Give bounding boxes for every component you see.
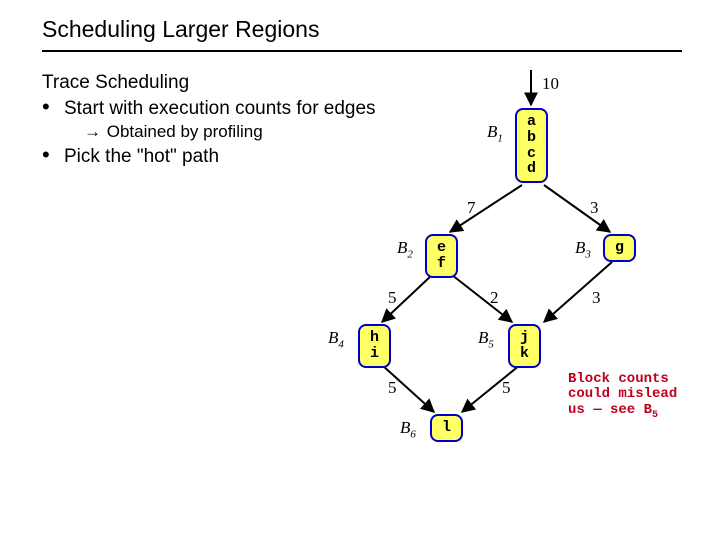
node-line: h [370,330,379,346]
node-b4: h i [358,324,391,368]
node-line: c [527,146,536,162]
weight-entry: 10 [542,74,559,94]
block-label-b3: B3 [575,238,591,260]
weight-b5-b6: 5 [502,378,511,398]
node-line: f [437,256,446,272]
node-line: d [527,161,536,177]
node-b3: g [603,234,636,262]
note-line: could mislead [568,387,677,402]
note-line: us — see B5 [568,403,677,421]
node-line: j [520,330,529,346]
weight-b3-b5: 3 [592,288,601,308]
note-text: Block counts could mislead us — see B5 [568,372,677,421]
block-label-b5: B5 [478,328,494,350]
weight-b4-b6: 5 [388,378,397,398]
node-line: e [437,240,446,256]
note-line: Block counts [568,372,677,387]
weight-b2-b5: 2 [490,288,499,308]
block-label-b2: B2 [397,238,413,260]
weight-b1-b2: 7 [467,198,476,218]
node-line: l [442,420,451,436]
block-label-b4: B4 [328,328,344,350]
block-label-b1: B1 [487,122,503,144]
node-b2: e f [425,234,458,278]
node-line: i [370,346,379,362]
node-b6: l [430,414,463,442]
weight-b1-b3: 3 [590,198,599,218]
node-line: g [615,240,624,256]
node-b5: j k [508,324,541,368]
node-line: b [527,130,536,146]
weight-b2-b4: 5 [388,288,397,308]
node-b1: a b c d [515,108,548,183]
diagram: B1 a b c d B2 e f B3 g B4 h i B5 j k B6 … [0,0,720,540]
edges [0,0,720,540]
node-line: a [527,114,536,130]
block-label-b6: B6 [400,418,416,440]
node-line: k [520,346,529,362]
